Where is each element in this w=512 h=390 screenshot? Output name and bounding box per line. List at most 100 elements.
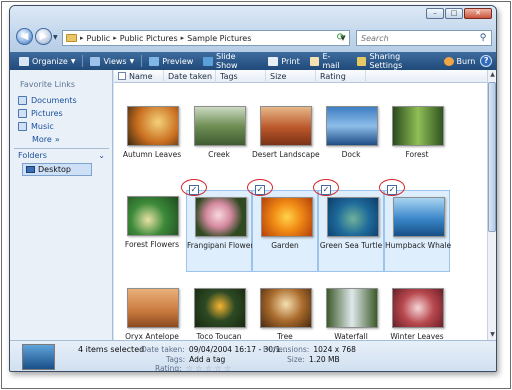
chevron-right-icon[interactable]: ▸ <box>113 34 117 42</box>
double-chevron-icon: » <box>54 135 60 144</box>
search-input[interactable] <box>361 33 471 43</box>
more-links-button[interactable]: More » <box>32 133 77 146</box>
thumbnail <box>194 288 246 328</box>
thumbnail <box>261 197 313 237</box>
thumbnail <box>260 106 312 146</box>
sidebar-item-documents[interactable]: Documents <box>18 94 77 107</box>
email-label: E-mail <box>322 52 340 70</box>
help-icon[interactable]: ? <box>480 55 492 67</box>
detail-label: Tags: <box>166 355 186 364</box>
breadcrumb-public[interactable]: Public <box>87 34 111 43</box>
add-tag-field[interactable]: Add a tag <box>189 355 225 364</box>
slideshow-button[interactable]: Slide Show <box>198 52 263 70</box>
search-icon[interactable]: ⚲ <box>475 33 491 43</box>
forward-button[interactable]: ▶ <box>35 28 52 45</box>
star-icon[interactable]: ☆ <box>205 364 212 371</box>
scroll-down-button[interactable]: ▼ <box>488 330 496 340</box>
file-tile-winter-leaves[interactable]: Winter Leaves <box>384 282 450 340</box>
file-tile-oryx-antelope[interactable]: Oryx Antelope <box>119 282 185 340</box>
file-name: Creek <box>208 150 230 159</box>
chevron-down-icon: ▼ <box>70 57 76 65</box>
file-tile-forest[interactable]: Forest <box>384 100 450 182</box>
file-name: Dock <box>341 150 361 159</box>
recent-pages-dropdown[interactable]: ▼ <box>53 34 58 41</box>
file-tile-creek[interactable]: Creek <box>186 100 252 182</box>
file-name: Toco Toucan <box>196 332 242 340</box>
explorer-window: – □ ✕ ◀ ▶ ▼ ▸ Public ▸ Public Pictures ▸… <box>9 5 497 372</box>
sidebar-item-label: Documents <box>31 96 77 105</box>
select-all-checkbox[interactable] <box>118 72 126 80</box>
file-name: Oryx Antelope <box>125 332 179 340</box>
selection-summary: 4 items selected <box>78 345 145 354</box>
file-tile-forest-flowers[interactable]: Forest Flowers <box>119 190 185 272</box>
column-label: Date taken <box>168 71 213 81</box>
file-name: Forest <box>405 150 429 159</box>
sidebar-item-label: Music <box>31 122 54 131</box>
item-checkbox[interactable]: ✓ <box>255 185 265 195</box>
file-tile-toco-toucan[interactable]: Toco Toucan <box>186 282 252 340</box>
star-icon[interactable]: ☆ <box>214 364 221 371</box>
file-tile-dock[interactable]: Dock <box>318 100 384 182</box>
chevron-right-icon[interactable]: ▸ <box>181 34 185 42</box>
breadcrumb-sample-pictures[interactable]: Sample Pictures <box>187 34 251 43</box>
detail-dimensions: Dimensions: 1024 x 768 <box>263 345 356 354</box>
chevron-right-icon[interactable]: ▸ <box>80 34 84 42</box>
envelope-icon <box>309 56 320 66</box>
breadcrumb-public-pictures[interactable]: Public Pictures <box>120 34 178 43</box>
detail-size: Size: 1.20 MB <box>287 355 340 364</box>
scroll-up-button[interactable]: ▲ <box>488 70 496 80</box>
file-tile-garden[interactable]: ✓ Garden <box>247 179 318 272</box>
file-tile-tree[interactable]: Tree <box>252 282 318 340</box>
column-header-rating[interactable]: Rating <box>316 70 366 83</box>
search-box[interactable]: ⚲ <box>356 30 492 46</box>
column-header-date-taken[interactable]: Date taken <box>164 70 216 83</box>
views-button[interactable]: Views ▼ <box>85 53 139 69</box>
sidebar-item-music[interactable]: Music <box>18 120 77 133</box>
item-checkbox[interactable]: ✓ <box>387 185 397 195</box>
command-bar: Organize ▼ Views ▼ Preview Slide Show Pr… <box>10 52 496 70</box>
music-icon <box>18 122 27 131</box>
more-label: More <box>32 135 52 144</box>
star-icon[interactable]: ☆ <box>195 364 202 371</box>
separator <box>82 55 84 67</box>
star-icon[interactable]: ☆ <box>224 364 231 371</box>
address-bar[interactable]: ▸ Public ▸ Public Pictures ▸ Sample Pict… <box>62 30 350 46</box>
sidebar-item-pictures[interactable]: Pictures <box>18 107 77 120</box>
file-tile-humpback-whale[interactable]: ✓ Humpback Whale <box>379 179 451 272</box>
burn-button[interactable]: Burn <box>439 53 481 69</box>
preview-button[interactable]: Preview <box>144 53 198 69</box>
file-tile-green-sea-turtle[interactable]: ✓ Green Sea Turtle <box>313 179 384 272</box>
thumbnail <box>194 106 246 146</box>
file-tile-frangipani-flowers[interactable]: ✓ Frangipani Flowers <box>181 179 257 272</box>
thumbnail <box>195 197 247 237</box>
rating-stars[interactable]: ☆ ☆ ☆ ☆ ☆ <box>186 364 231 371</box>
refresh-icon[interactable]: ⟳ <box>334 31 348 45</box>
close-button[interactable]: ✕ <box>464 8 492 19</box>
separator <box>141 55 143 67</box>
column-header-size[interactable]: Size <box>266 70 316 83</box>
file-name: Autumn Leaves <box>122 150 182 159</box>
vertical-scrollbar[interactable]: ▲ ▼ <box>487 70 496 340</box>
folders-toggle[interactable]: Folders ⌄ <box>14 148 109 161</box>
tree-item-desktop[interactable]: Desktop <box>22 163 92 176</box>
email-button[interactable]: E-mail <box>305 52 352 70</box>
column-header-tags[interactable]: Tags <box>216 70 266 83</box>
thumbnail <box>327 197 379 237</box>
star-icon[interactable]: ☆ <box>186 364 193 371</box>
organize-button[interactable]: Organize ▼ <box>14 53 80 69</box>
file-name: Garden <box>271 241 299 250</box>
file-name: Tree <box>277 332 293 340</box>
back-button[interactable]: ◀ <box>16 28 33 45</box>
item-checkbox[interactable]: ✓ <box>321 185 331 195</box>
file-tile-desert-landscape[interactable]: Desert Landscape <box>252 100 320 182</box>
column-header-name[interactable]: Name <box>114 70 164 83</box>
print-button[interactable]: Print <box>263 53 304 69</box>
item-checkbox[interactable]: ✓ <box>189 185 199 195</box>
maximize-button[interactable]: □ <box>445 8 463 19</box>
file-name: Winter Leaves <box>390 332 444 340</box>
file-tile-autumn-leaves[interactable]: Autumn Leaves <box>119 100 185 182</box>
sharing-settings-button[interactable]: Sharing Settings <box>352 52 439 70</box>
minimize-button[interactable]: – <box>426 8 444 19</box>
scroll-thumb[interactable] <box>488 82 496 232</box>
file-tile-waterfall[interactable]: Waterfall <box>318 282 384 340</box>
